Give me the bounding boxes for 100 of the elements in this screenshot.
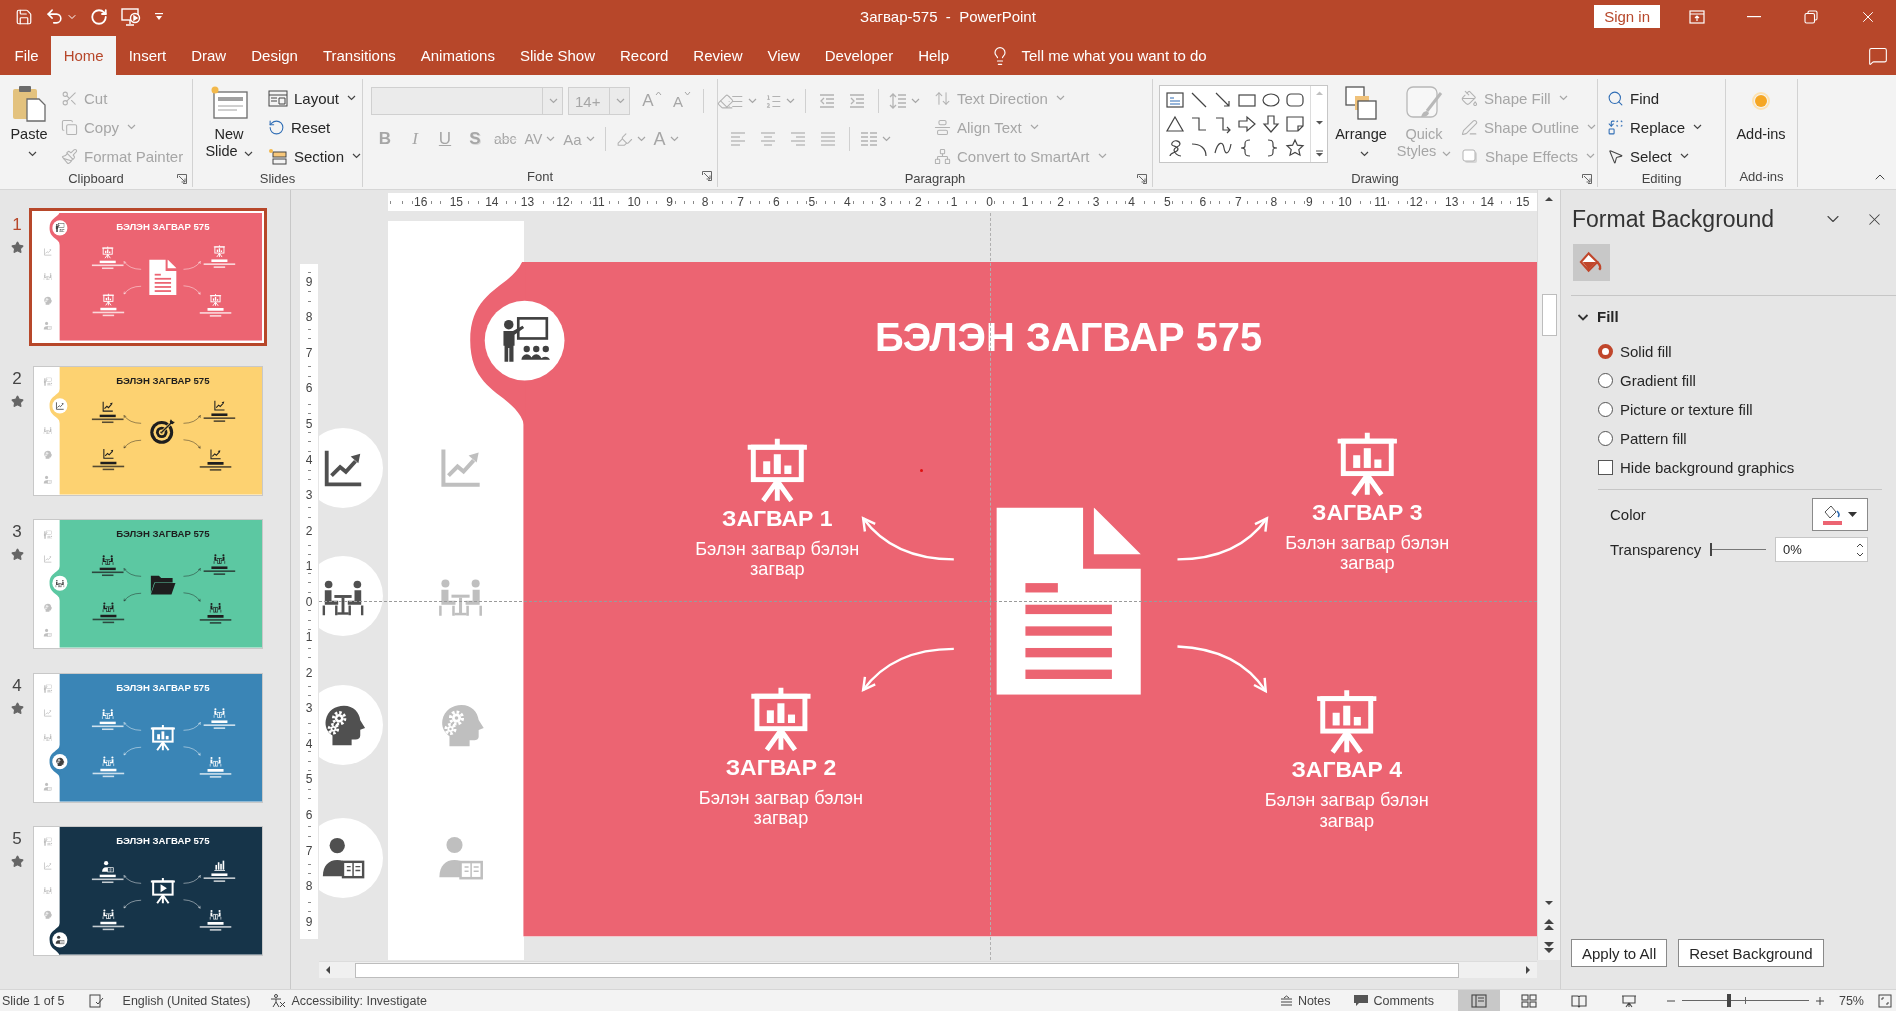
radio-button[interactable]: Pattern fill (1598, 426, 1896, 450)
slide-title: БЭЛЭН ЗАГВАР 575 (115, 835, 211, 847)
slide-thumbnail[interactable]: БЭЛЭН ЗАГВАР 575 (34, 827, 262, 955)
ruler-number: 0 (985, 195, 994, 209)
ruler-number: 2 (914, 195, 923, 209)
ruler-number: 3 (304, 701, 314, 716)
item-heading: ЗАГВАР 4 (1291, 756, 1402, 784)
ruler-number: 9 (665, 195, 674, 209)
find-button[interactable]: Find (1604, 84, 1706, 112)
arrange-button[interactable]: Arrange (1332, 81, 1390, 163)
ruler-number: 3 (878, 195, 888, 209)
radio-button[interactable]: Solid fill (1598, 339, 1896, 363)
window-title: Загвар-575 - PowerPoint (860, 8, 1036, 25)
add-ins-button[interactable]: Add-ins (1730, 81, 1792, 145)
ruler-number: 6 (304, 807, 314, 822)
radio-button[interactable]: Picture or texture fill (1598, 397, 1896, 421)
ruler-number: 7 (736, 195, 746, 209)
ribbon-tab[interactable]: Animations (408, 36, 508, 75)
select-button[interactable]: Select (1604, 142, 1706, 170)
item-text: Бэлэн загвар бэлэн загвар (697, 786, 864, 828)
group-label: Paragraph (904, 171, 966, 186)
slide-thumbnail[interactable]: БЭЛЭН ЗАГВАР 575 (34, 520, 262, 648)
ruler-number: 2 (304, 523, 314, 538)
group-label: Editing (1641, 171, 1682, 186)
ribbon-tab[interactable]: Developer (812, 36, 906, 75)
ribbon-tab[interactable]: Record (607, 36, 681, 75)
ruler-number: 2 (304, 665, 314, 680)
ruler-number: 15 (1515, 195, 1531, 209)
ruler-number: 6 (304, 381, 314, 396)
notes-button[interactable]: Notes (1275, 990, 1335, 1011)
comments-button[interactable]: Comments (1348, 990, 1438, 1011)
ribbon-tab[interactable]: Slide Show (507, 36, 608, 75)
ruler-number: 13 (519, 195, 536, 209)
item-heading: ЗАГВАР 2 (725, 754, 837, 781)
slide-thumbnail[interactable]: БЭЛЭН ЗАГВАР 575 (34, 366, 262, 495)
ruler-number: 9 (1305, 195, 1314, 209)
ruler-number: 13 (1443, 195, 1460, 209)
ribbon-tab[interactable]: Draw (178, 36, 239, 75)
ruler-number: 12 (1408, 195, 1424, 209)
ruler-number: 10 (626, 195, 642, 209)
ribbon-tab[interactable]: View (755, 36, 813, 75)
ruler-number: 5 (304, 416, 314, 431)
ribbon-tab[interactable]: Review (680, 36, 756, 75)
item-text: Бэлэн загвар бэлэн загвар (694, 537, 861, 579)
ruler-number: 16 (413, 195, 429, 209)
ruler-number: 9 (304, 274, 314, 289)
slide-thumbnail[interactable]: БЭЛЭН ЗАГВАР 575 (34, 673, 262, 802)
apply-to-all-button[interactable]: Apply to All (1571, 939, 1668, 967)
ruler-number: 3 (1091, 195, 1101, 209)
language-status: English (United States) (122, 993, 251, 1008)
item-text: Бэлэн загвар бэлэн загвар (1263, 789, 1430, 831)
tell-me-field[interactable]: Tell me what you want to do (1021, 47, 1207, 64)
item-heading: ЗАГВАР 1 (722, 505, 833, 532)
accessibility-status: Accessibility: Investigate (291, 993, 427, 1008)
ruler-number: 8 (1269, 195, 1279, 209)
new-slide-button[interactable]: New Slide (199, 81, 259, 163)
ruler-number: 15 (448, 195, 464, 209)
item-heading: ЗАГВАР 3 (1312, 498, 1423, 526)
checkbox[interactable]: Hide background graphics (1598, 455, 1896, 479)
ruler-number: 1 (1020, 195, 1030, 209)
ribbon-tab[interactable]: File (2, 36, 52, 75)
ribbon-tab[interactable]: Insert (116, 36, 179, 75)
ruler-number: 11 (591, 195, 606, 209)
fill-section-header[interactable]: Fill (1577, 308, 1619, 325)
sign-in-button[interactable]: Sign in (1594, 5, 1660, 28)
ruler-number: 9 (304, 914, 314, 929)
ruler-number: 6 (771, 195, 781, 209)
slide-title: БЭЛЭН ЗАГВАР 575 (115, 528, 211, 540)
ruler-number: 11 (1373, 195, 1388, 209)
ruler-number: 1 (949, 195, 959, 209)
ruler-number: 10 (1337, 195, 1353, 209)
paste-button[interactable]: Paste (6, 81, 52, 163)
ruler-number: 8 (304, 879, 314, 894)
ruler-number: 2 (1056, 195, 1065, 209)
ruler-number: 0 (304, 594, 314, 609)
pane-title: Format Background (1572, 205, 1775, 233)
ribbon-tab[interactable]: Design (238, 36, 311, 75)
slide-number: 4 (12, 675, 22, 696)
group-label: Clipboard (68, 171, 124, 186)
replace-button[interactable]: Replace (1604, 113, 1706, 141)
layout-button[interactable]: Layout (265, 84, 365, 112)
group-label: Font (527, 168, 553, 184)
ribbon-tab[interactable]: Home (51, 36, 117, 75)
slide-counter: Slide 1 of 5 (2, 993, 65, 1008)
item-text: Бэлэн загвар бэлэн загвар (1284, 531, 1451, 573)
reset-button[interactable]: Reset (265, 113, 365, 141)
transparency-field[interactable]: 0% (1775, 537, 1868, 562)
ribbon-tab[interactable]: Help (905, 36, 962, 75)
ruler-number: 4 (304, 452, 314, 467)
section-button[interactable]: Section (265, 142, 365, 170)
radio-button[interactable]: Gradient fill (1598, 368, 1896, 392)
ruler-number: 14 (484, 195, 500, 209)
reset-background-button[interactable]: Reset Background (1678, 939, 1824, 967)
ruler-number: 4 (843, 195, 852, 209)
group-label: Drawing (1351, 171, 1399, 186)
ruler-number: 14 (1479, 195, 1495, 209)
ruler-number: 4 (1127, 195, 1137, 209)
ribbon-tab[interactable]: Transitions (310, 36, 409, 75)
slide-number: 2 (12, 368, 22, 389)
ruler-number: 12 (555, 195, 571, 209)
